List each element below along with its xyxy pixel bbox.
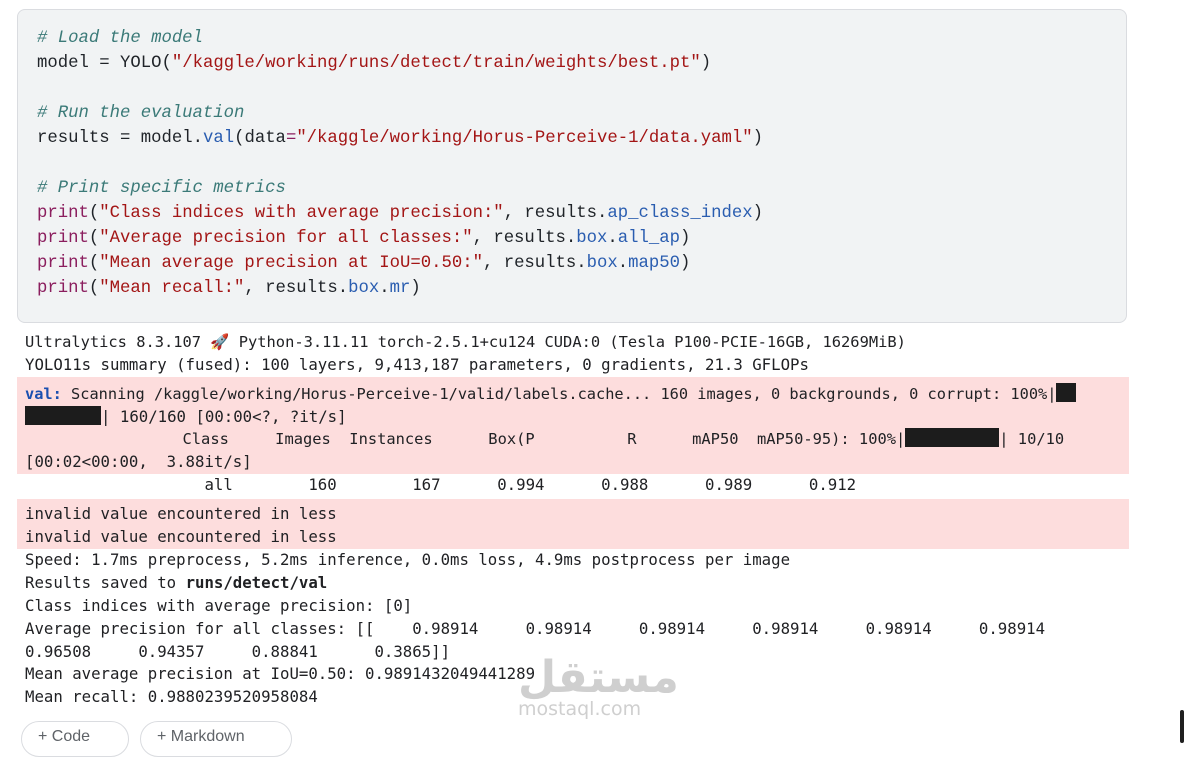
- attribute: box: [576, 229, 608, 248]
- token: YOLO(: [119, 54, 172, 73]
- comment-load: # Load the model: [37, 29, 203, 48]
- token: model: [37, 54, 89, 73]
- print-keyword: print: [37, 229, 89, 248]
- comment-eval: # Run the evaluation: [37, 104, 245, 123]
- attribute: all_ap: [617, 229, 681, 248]
- attribute: box: [586, 254, 618, 273]
- print-keyword: print: [37, 254, 89, 273]
- attribute: ap_class_index: [607, 204, 753, 223]
- token: ): [680, 229, 691, 248]
- map50-line: Mean average precision at IoU=0.50: 0.98…: [25, 664, 536, 683]
- add-code-button[interactable]: + Code: [21, 721, 129, 757]
- data-yaml-string: "/kaggle/working/Horus-Perceive-1/data.y…: [296, 129, 753, 148]
- warning-line: invalid value encountered in less: [25, 504, 337, 523]
- string: "Average precision for all classes:": [99, 229, 473, 248]
- speed-line: Speed: 1.7ms preprocess, 5.2ms inference…: [25, 550, 791, 569]
- attribute: box: [348, 279, 380, 298]
- val-tag: val:: [25, 385, 62, 403]
- saved-prefix: Results saved to: [25, 573, 186, 592]
- results-row: all 160 167 0.994 0.988 0.989 0.912: [25, 475, 857, 494]
- output-summary-line: YOLO11s summary (fused): 100 layers, 9,4…: [25, 355, 809, 374]
- token: , results.: [472, 229, 577, 248]
- scan-rate: | 160/160 [00:00<?, ?it/s]: [101, 407, 347, 426]
- code-editor[interactable]: # Load the model model = YOLO("/kaggle/w…: [37, 26, 763, 301]
- ap-line-2: 0.96508 0.94357 0.88841 0.3865]]: [25, 642, 451, 661]
- token: .: [379, 279, 390, 298]
- add-markdown-button[interactable]: + Markdown: [140, 721, 292, 757]
- results-saved-line: Results saved to runs/detect/val: [25, 572, 327, 595]
- string: "Mean average precision at IoU=0.50:": [99, 254, 483, 273]
- token: model.: [140, 129, 203, 148]
- attribute: mr: [389, 279, 411, 298]
- token: ): [700, 54, 712, 73]
- code-cell[interactable]: # Load the model model = YOLO("/kaggle/w…: [17, 9, 1127, 323]
- token: ): [410, 279, 421, 298]
- output-scan-line: val: Scanning /kaggle/working/Horus-Perc…: [25, 383, 1077, 406]
- val-method: val: [202, 129, 235, 148]
- token: , results.: [482, 254, 587, 273]
- token: =: [88, 54, 120, 73]
- token: (data: [234, 129, 286, 148]
- comment-print: # Print specific metrics: [37, 179, 286, 198]
- class-indices-line: Class indices with average precision: [0…: [25, 596, 413, 615]
- saved-path: runs/detect/val: [185, 573, 328, 592]
- warning-line: invalid value encountered in less: [25, 527, 337, 546]
- eval-count: | 10/10: [999, 430, 1065, 448]
- ap-line-1: Average precision for all classes: [[ 0.…: [25, 619, 1046, 638]
- scan-text: Scanning /kaggle/working/Horus-Perceive-…: [61, 385, 1057, 403]
- metrics-header: Class Images Instances Box(P R mAP50 mAP…: [25, 430, 906, 448]
- token: , results.: [503, 204, 608, 223]
- print-keyword: print: [37, 204, 89, 223]
- token: results: [37, 129, 110, 148]
- token: =: [285, 129, 297, 148]
- token: .: [607, 229, 618, 248]
- token: =: [109, 129, 141, 148]
- token: ): [680, 254, 691, 273]
- watermark-logo: مستقل mostaql.com: [518, 652, 679, 721]
- attribute: map50: [628, 254, 681, 273]
- token: .: [617, 254, 629, 273]
- eval-progress-bar: [905, 428, 1000, 447]
- weights-path-string: "/kaggle/working/runs/detect/train/weigh…: [171, 54, 701, 73]
- scan-progress-bar: [1056, 383, 1077, 402]
- watermark-arabic: مستقل: [518, 652, 679, 703]
- token: , results.: [244, 279, 349, 298]
- output-header-line: Class Images Instances Box(P R mAP50 mAP…: [25, 428, 1064, 451]
- string: "Class indices with average precision:": [99, 204, 504, 223]
- scrollbar[interactable]: [1180, 710, 1184, 743]
- output-header-line-2: [00:02<00:00, 3.88it/s]: [25, 452, 252, 471]
- token: ): [752, 129, 763, 148]
- output-ultralytics-line: Ultralytics 8.3.107 🚀 Python-3.11.11 tor…: [25, 333, 906, 351]
- print-keyword: print: [37, 279, 89, 298]
- scan-progress-bar-cont: [25, 406, 101, 425]
- output-scan-line-2: | 160/160 [00:00<?, ?it/s]: [25, 406, 347, 429]
- string: "Mean recall:": [99, 279, 245, 298]
- mean-recall-line: Mean recall: 0.9880239520958084: [25, 687, 318, 706]
- token: ): [752, 204, 763, 223]
